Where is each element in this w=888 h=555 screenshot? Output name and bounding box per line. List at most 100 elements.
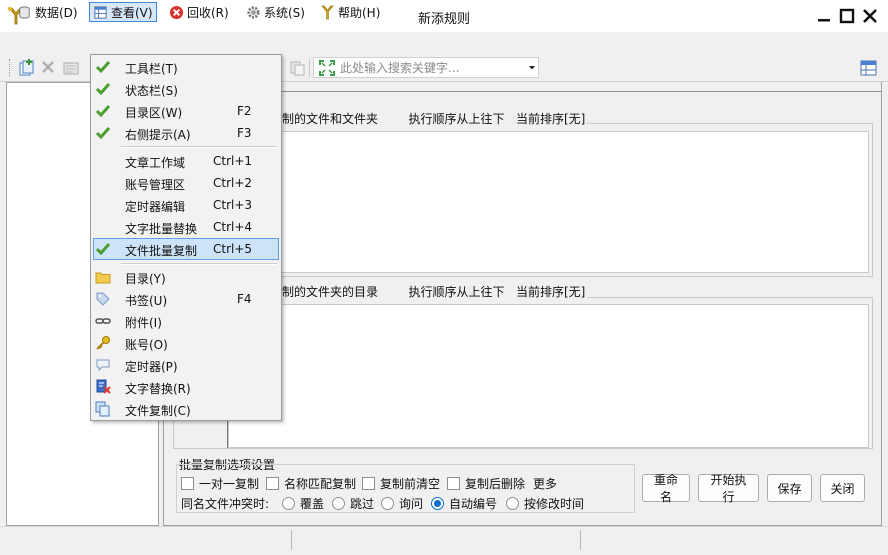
grid-view-icon bbox=[94, 5, 107, 19]
menu-item-label: 定时器编辑 bbox=[125, 200, 186, 214]
menu-system[interactable]: 系统(S) bbox=[243, 2, 308, 22]
menu-data[interactable]: 数据(D) bbox=[14, 2, 81, 22]
recycle-icon bbox=[169, 5, 184, 19]
gear-icon bbox=[247, 5, 260, 19]
menu-item-bookmark[interactable]: 书签(U) F4 bbox=[93, 288, 279, 310]
menu-item-attachment[interactable]: 附件(I) bbox=[93, 310, 279, 332]
radio-by-modified-time[interactable]: 按修改时间 bbox=[506, 495, 584, 512]
menu-item-timer[interactable]: 定时器(P) bbox=[93, 354, 279, 376]
menu-item-text-batch-replace[interactable]: 文字批量替换 Ctrl+4 bbox=[93, 216, 279, 238]
radio-ask[interactable]: 询问 bbox=[381, 495, 423, 512]
checkbox-one-to-one[interactable]: 一对一复制 bbox=[181, 475, 259, 492]
menu-item-right-hint[interactable]: 右侧提示(A) F3 bbox=[93, 122, 279, 144]
menu-item-shortcut: Ctrl+2 bbox=[213, 176, 253, 190]
radio-circle-selected[interactable] bbox=[431, 497, 444, 510]
menu-item-label: 文字批量替换 bbox=[125, 222, 198, 236]
menu-item-shortcut: F3 bbox=[237, 126, 252, 140]
menu-item-file-copy[interactable]: 文件复制(C) bbox=[93, 398, 279, 420]
menu-item-text-replace[interactable]: 文字替换(R) bbox=[93, 376, 279, 398]
paste-icon[interactable] bbox=[289, 60, 305, 76]
menu-item-account-manager[interactable]: 账号管理区 Ctrl+2 bbox=[93, 172, 279, 194]
edit-list-icon[interactable] bbox=[63, 60, 79, 76]
menu-item-shortcut: F4 bbox=[237, 292, 252, 306]
list-column-divider bbox=[227, 420, 228, 448]
checkbox-box[interactable] bbox=[447, 477, 460, 490]
menu-view-label: 查看(V) bbox=[111, 5, 153, 20]
menu-item-shortcut: Ctrl+1 bbox=[213, 154, 253, 168]
check-icon bbox=[95, 83, 111, 96]
search-input[interactable] bbox=[340, 59, 510, 76]
layout-view-icon[interactable] bbox=[860, 60, 877, 76]
tag-icon bbox=[96, 292, 110, 306]
checkbox-label: 复制后删除 bbox=[465, 477, 526, 491]
text-replace-icon bbox=[96, 379, 111, 394]
menu-item-toolbar[interactable]: 工具栏(T) bbox=[93, 56, 279, 78]
menu-item-label: 文件复制(C) bbox=[125, 404, 191, 418]
checkbox-delete-after[interactable]: 复制后删除 bbox=[447, 475, 525, 492]
radio-circle[interactable] bbox=[506, 497, 519, 510]
radio-label: 覆盖 bbox=[300, 497, 325, 511]
search-box[interactable] bbox=[313, 57, 539, 78]
menu-recycle[interactable]: 回收(R) bbox=[166, 2, 232, 22]
speech-bubble-icon bbox=[96, 359, 110, 372]
menu-item-label: 目录(Y) bbox=[125, 272, 166, 286]
menu-item-account[interactable]: 账号(O) bbox=[93, 332, 279, 354]
menu-item-shortcut: Ctrl+4 bbox=[213, 220, 253, 234]
rename-button[interactable]: 重命名 bbox=[642, 473, 690, 504]
menu-bar bbox=[0, 32, 888, 54]
minimize-icon[interactable] bbox=[813, 5, 835, 27]
menu-item-label: 工具栏(T) bbox=[125, 62, 178, 76]
source-files-list[interactable] bbox=[280, 131, 869, 273]
radio-overwrite[interactable]: 覆盖 bbox=[282, 495, 324, 512]
radio-label: 询问 bbox=[399, 497, 424, 511]
copy-icon bbox=[95, 401, 110, 417]
radio-skip[interactable]: 跳过 bbox=[332, 495, 374, 512]
menu-item-article-workspace[interactable]: 文章工作域 Ctrl+1 bbox=[93, 150, 279, 172]
toolbar-separator bbox=[309, 59, 310, 77]
close-icon[interactable] bbox=[859, 5, 881, 27]
source-group-label: 制的文件和文件夹 执行顺序从上往下 当前排序[无] bbox=[280, 110, 588, 127]
checkbox-box[interactable] bbox=[362, 477, 375, 490]
menu-help-label: 帮助(H) bbox=[338, 5, 381, 20]
delete-icon[interactable] bbox=[41, 60, 55, 74]
maximize-icon[interactable] bbox=[836, 5, 858, 27]
checkbox-clear-before[interactable]: 复制前清空 bbox=[362, 475, 440, 492]
menu-data-label: 数据(D) bbox=[35, 5, 78, 20]
radio-auto-number[interactable]: 自动编号 bbox=[431, 495, 497, 512]
menu-system-label: 系统(S) bbox=[264, 5, 305, 20]
save-button[interactable]: 保存 bbox=[767, 474, 812, 502]
menu-item-file-batch-copy[interactable]: 文件批量复制 Ctrl+5 bbox=[93, 238, 279, 260]
menu-item-directory[interactable]: 目录(Y) bbox=[93, 266, 279, 288]
more-options-link[interactable]: 更多 bbox=[533, 475, 557, 492]
radio-circle[interactable] bbox=[381, 497, 394, 510]
target-folders-list[interactable] bbox=[228, 304, 869, 448]
menu-separator bbox=[121, 146, 277, 148]
menu-item-timer-editor[interactable]: 定时器编辑 Ctrl+3 bbox=[93, 194, 279, 216]
expand-icon bbox=[319, 60, 335, 76]
link-icon bbox=[95, 318, 111, 324]
menu-recycle-label: 回收(R) bbox=[187, 5, 229, 20]
radio-circle[interactable] bbox=[282, 497, 295, 510]
menu-item-label: 文件批量复制 bbox=[125, 244, 198, 258]
menu-item-label: 右侧提示(A) bbox=[125, 128, 191, 142]
menu-item-label: 文章工作域 bbox=[125, 156, 186, 170]
folder-icon bbox=[95, 272, 111, 284]
new-item-icon[interactable] bbox=[17, 59, 35, 77]
menu-item-statusbar[interactable]: 状态栏(S) bbox=[93, 78, 279, 100]
status-separator bbox=[291, 530, 292, 550]
close-button[interactable]: 关闭 bbox=[820, 474, 865, 502]
menu-item-label: 书签(U) bbox=[125, 294, 168, 308]
menu-help[interactable]: 帮助(H) bbox=[317, 2, 383, 22]
menu-item-directory-area[interactable]: 目录区(W) F2 bbox=[93, 100, 279, 122]
radio-circle[interactable] bbox=[332, 497, 345, 510]
checkbox-name-match[interactable]: 名称匹配复制 bbox=[266, 475, 356, 492]
checkbox-box[interactable] bbox=[266, 477, 279, 490]
chevron-down-icon[interactable] bbox=[528, 65, 536, 71]
checkbox-label: 复制前清空 bbox=[380, 477, 441, 491]
menu-view[interactable]: 查看(V) bbox=[89, 2, 157, 22]
checkbox-box[interactable] bbox=[181, 477, 194, 490]
checkbox-label: 名称匹配复制 bbox=[284, 477, 357, 491]
start-execute-button[interactable]: 开始执行 bbox=[698, 473, 759, 504]
radio-label: 自动编号 bbox=[449, 497, 498, 511]
menu-item-label: 账号(O) bbox=[125, 338, 168, 352]
